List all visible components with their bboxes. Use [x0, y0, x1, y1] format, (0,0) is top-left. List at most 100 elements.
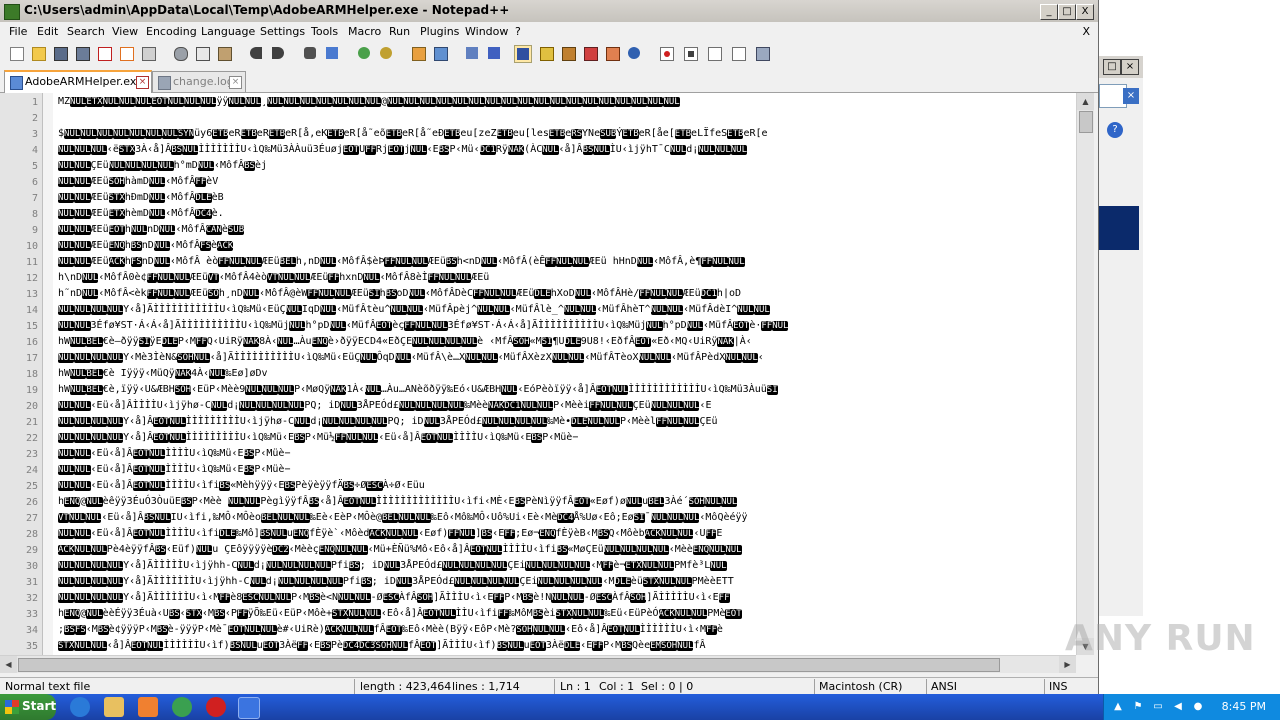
- close-icon[interactable]: ×: [1121, 59, 1139, 75]
- tab-changelog[interactable]: change.log ×: [152, 71, 246, 92]
- editor-line[interactable]: 21 NULNULNULNULY‹å]ÂEOTNULÌÌÌÌÌÌÌÌÌU‹ìjÿh…: [0, 415, 1076, 431]
- vertical-scroll-thumb[interactable]: [1079, 111, 1093, 133]
- indent-guide-icon[interactable]: [514, 45, 532, 63]
- menu-settings[interactable]: Settings: [260, 25, 305, 38]
- editor-line[interactable]: 32 NULNULNULNULY‹å]ÃÌÌÌÌÌÌU‹ì‹MFFè8ESCNUL…: [0, 591, 1076, 607]
- maximize-button[interactable]: □: [1058, 4, 1076, 20]
- menu-encoding[interactable]: Encoding: [146, 25, 197, 38]
- editor-line[interactable]: 15 NULNUL3Éfø¥ST·Á‹Á‹å]ÃÌÌÌÌÌÌÌÌÌÌU‹ìQ‰Mü…: [0, 319, 1076, 335]
- editor-line[interactable]: 30 NULNULNULNULY‹å]ÃÌÌÌÌÌU‹ìjÿhh-CNULd¡NU…: [0, 559, 1076, 575]
- vertical-scrollbar[interactable]: ▲ ▼: [1076, 93, 1094, 655]
- sync-vertical-icon[interactable]: [410, 45, 426, 61]
- minimize-button[interactable]: _: [1040, 4, 1058, 20]
- tab-close-icon[interactable]: ×: [136, 76, 149, 89]
- menu-language[interactable]: Language: [201, 25, 255, 38]
- editor-line[interactable]: 5 NULNULÇEüNULNULNULNULh°mDNUL‹MôfÂBSèj: [0, 159, 1076, 175]
- editor-line[interactable]: 7 NULNULÆEüSTXhÐmDNUL‹MôfÂDLEèB: [0, 191, 1076, 207]
- notepadpp-taskbar-icon[interactable]: [238, 697, 260, 719]
- editor-line[interactable]: 3 $NULNULNULNULNULNULNULSYNüy6ETBeRETBeRE…: [0, 127, 1076, 143]
- editor-line[interactable]: 13 h˜nDNUL‹MôfÂ<èkFFNULNULÆEüSOh¸nDNUL‹Mô…: [0, 287, 1076, 303]
- editor-line[interactable]: 10 NULNULÆEüENQhBSnDNUL‹MôfÂFSèACK: [0, 239, 1076, 255]
- play-macro-icon[interactable]: [706, 45, 722, 61]
- sync-horizontal-icon[interactable]: [432, 45, 448, 61]
- security-app-icon[interactable]: [206, 697, 226, 717]
- editor-line[interactable]: 6 NULNULÆEüSOHhàmDNUL‹MôfÂFFèV: [0, 175, 1076, 191]
- menu-tools[interactable]: Tools: [311, 25, 338, 38]
- start-button[interactable]: Start: [0, 694, 56, 720]
- editor-line[interactable]: 18 hWNULBEL€è Iÿÿÿ‹MüQÿNAK4À‹NUL‰Eø]øDv: [0, 367, 1076, 383]
- close-all-icon[interactable]: [118, 45, 134, 61]
- menu-window[interactable]: Window: [465, 25, 508, 38]
- tab-close-icon[interactable]: ×: [229, 76, 242, 89]
- function-list-icon[interactable]: [582, 45, 598, 61]
- horizontal-scrollbar[interactable]: ◀ ▶: [0, 655, 1076, 673]
- stop-record-icon[interactable]: [682, 45, 698, 61]
- editor-line[interactable]: 23 NULNUL‹Eü‹å]ÂEOTNULÌÌÌÌU‹ìQ‰Mü‹EBSP‹Mü…: [0, 447, 1076, 463]
- menu-plugins[interactable]: Plugins: [420, 25, 459, 38]
- editor-line[interactable]: 26 hENQ@NULèêÿÿ3ÉuÓ3ÒuüEBSP‹Mèè NULNULPèg…: [0, 495, 1076, 511]
- volume-icon[interactable]: ◀: [1172, 701, 1184, 713]
- editor-line[interactable]: 17 NULNULNULNULY‹Mè3ÌèN&SOHNUL‹å]ÃÌÌÌÌÌÌÌ…: [0, 351, 1076, 367]
- editor-line[interactable]: 34 ;BSFS‹MBSè¢ÿÿÿP‹MBSè-ÿÿÿP‹Mè¯EOTNULNUL…: [0, 623, 1076, 639]
- editor-line[interactable]: 9 NULNULÆEüEOThNULnDNUL‹MôfÂCANèSUB: [0, 223, 1076, 239]
- paste-icon[interactable]: [216, 45, 232, 61]
- maximize-icon[interactable]: □: [1103, 59, 1121, 75]
- menu-search[interactable]: Search: [67, 25, 105, 38]
- editor-line[interactable]: 16 hWNULBEL€è—ðÿÿSIÿEDLEP‹MFFQ‹UiRÿNAK8À‹…: [0, 335, 1076, 351]
- editor-line[interactable]: 12 h\nDNUL‹MôfÂ0è¢FFNULNULÆEüVT‹MôfÂ4èòVT…: [0, 271, 1076, 287]
- editor-line[interactable]: 29 ACKNULNULPè4èÿÿfÂBS‹Eüf)NULu ÇEôÿÿÿÿèD…: [0, 543, 1076, 559]
- replace-icon[interactable]: [324, 45, 340, 61]
- text-editor[interactable]: 1 MZNULETXNULNULNULEOTNULNULNULÿÿNULNUL¸N…: [0, 93, 1076, 655]
- media-player-icon[interactable]: [138, 697, 158, 717]
- editor-line[interactable]: 25 NULNUL‹Eü‹å]ÂEOTNULÌÌÌÌU‹ìfiBS«Mèhÿÿÿ‹…: [0, 479, 1076, 495]
- zoom-out-icon[interactable]: [378, 45, 394, 61]
- doc-map-icon[interactable]: [560, 45, 576, 61]
- new-file-icon[interactable]: [8, 45, 24, 61]
- find-icon[interactable]: [302, 45, 318, 61]
- copy-icon[interactable]: [194, 45, 210, 61]
- word-wrap-icon[interactable]: [464, 45, 480, 61]
- chrome-icon[interactable]: [172, 697, 192, 717]
- scroll-left-icon[interactable]: ◀: [0, 656, 17, 673]
- open-file-icon[interactable]: [30, 45, 46, 61]
- editor-line[interactable]: 33 hENQ@NULèèÉÿÿ3Éuà‹UBS‹STX‹MBS‹PFFÿÕ‰Eü…: [0, 607, 1076, 623]
- close-button[interactable]: X: [1076, 4, 1094, 20]
- close-document-button[interactable]: X: [1082, 25, 1090, 38]
- help-icon[interactable]: ?: [1107, 122, 1123, 138]
- editor-line[interactable]: 24 NULNUL‹Eü‹å]ÂEOTNULÌÌÌÌU‹ìQ‰Mü‹EBSP‹Mü…: [0, 463, 1076, 479]
- clear-icon[interactable]: ×: [1123, 88, 1139, 104]
- editor-line[interactable]: 8 NULNULÆEüETXhèmDNUL‹MôfÂDC4è.: [0, 207, 1076, 223]
- horizontal-scroll-thumb[interactable]: [18, 658, 1000, 672]
- menu-help[interactable]: ?: [515, 25, 521, 38]
- title-bar[interactable]: C:\Users\admin\AppData\Local\Temp\AdobeA…: [0, 0, 1098, 23]
- menu-run[interactable]: Run: [389, 25, 410, 38]
- menu-view[interactable]: View: [112, 25, 138, 38]
- editor-line[interactable]: 1 MZNULETXNULNULNULEOTNULNULNULÿÿNULNUL¸N…: [0, 95, 1076, 111]
- redo-icon[interactable]: [270, 45, 286, 61]
- editor-line[interactable]: 14 NULNULNULNULY‹å]ÃÌÌÌÌÌÌÌÌÌÌÌU‹ìQ‰Mü‹Eü…: [0, 303, 1076, 319]
- editor-line[interactable]: 27 VTNULNUL‹Eü‹å]ÂBSNULIU‹ìfi,‰MÔ‹MÔèoBEL…: [0, 511, 1076, 527]
- undo-icon[interactable]: [248, 45, 264, 61]
- save-icon[interactable]: [52, 45, 68, 61]
- ie-icon[interactable]: [70, 697, 90, 717]
- print-icon[interactable]: [140, 45, 156, 61]
- show-all-chars-icon[interactable]: [486, 45, 502, 61]
- show-hidden-icon[interactable]: ▲: [1112, 701, 1124, 713]
- save-all-icon[interactable]: [74, 45, 90, 61]
- scroll-up-icon[interactable]: ▲: [1077, 93, 1094, 110]
- network-icon[interactable]: ▭: [1152, 701, 1164, 713]
- record-macro-icon[interactable]: [658, 45, 674, 61]
- flag-icon[interactable]: ⚑: [1132, 701, 1144, 713]
- editor-line[interactable]: 20 NULNUL‹Eü‹å]ÂÌÌÌÌU‹ìjÿhø-CNULd¡NULNULN…: [0, 399, 1076, 415]
- menu-edit[interactable]: Edit: [37, 25, 58, 38]
- play-multiple-icon[interactable]: [730, 45, 746, 61]
- user-lang-icon[interactable]: [538, 45, 554, 61]
- cut-icon[interactable]: [172, 45, 188, 61]
- zoom-in-icon[interactable]: [356, 45, 372, 61]
- editor-line[interactable]: 28 NULNUL‹Eü‹å]ÂEOTNULÌÌÌÌU‹ìfiDLE‰Mô]BSN…: [0, 527, 1076, 543]
- security-tray-icon[interactable]: ●: [1192, 701, 1204, 713]
- close-icon[interactable]: [96, 45, 112, 61]
- editor-line[interactable]: 11 NULNULÆEüACKhFSnDNUL‹MôfÂ èòFFNULNULÆE…: [0, 255, 1076, 271]
- tab-adobearmhelper[interactable]: AdobeARMHelper.exe ×: [4, 70, 152, 93]
- editor-line[interactable]: 19 hWNULBEL€è,ïÿÿ‹U&ÆBHSOH‹EüP‹Mèè9NULNUL…: [0, 383, 1076, 399]
